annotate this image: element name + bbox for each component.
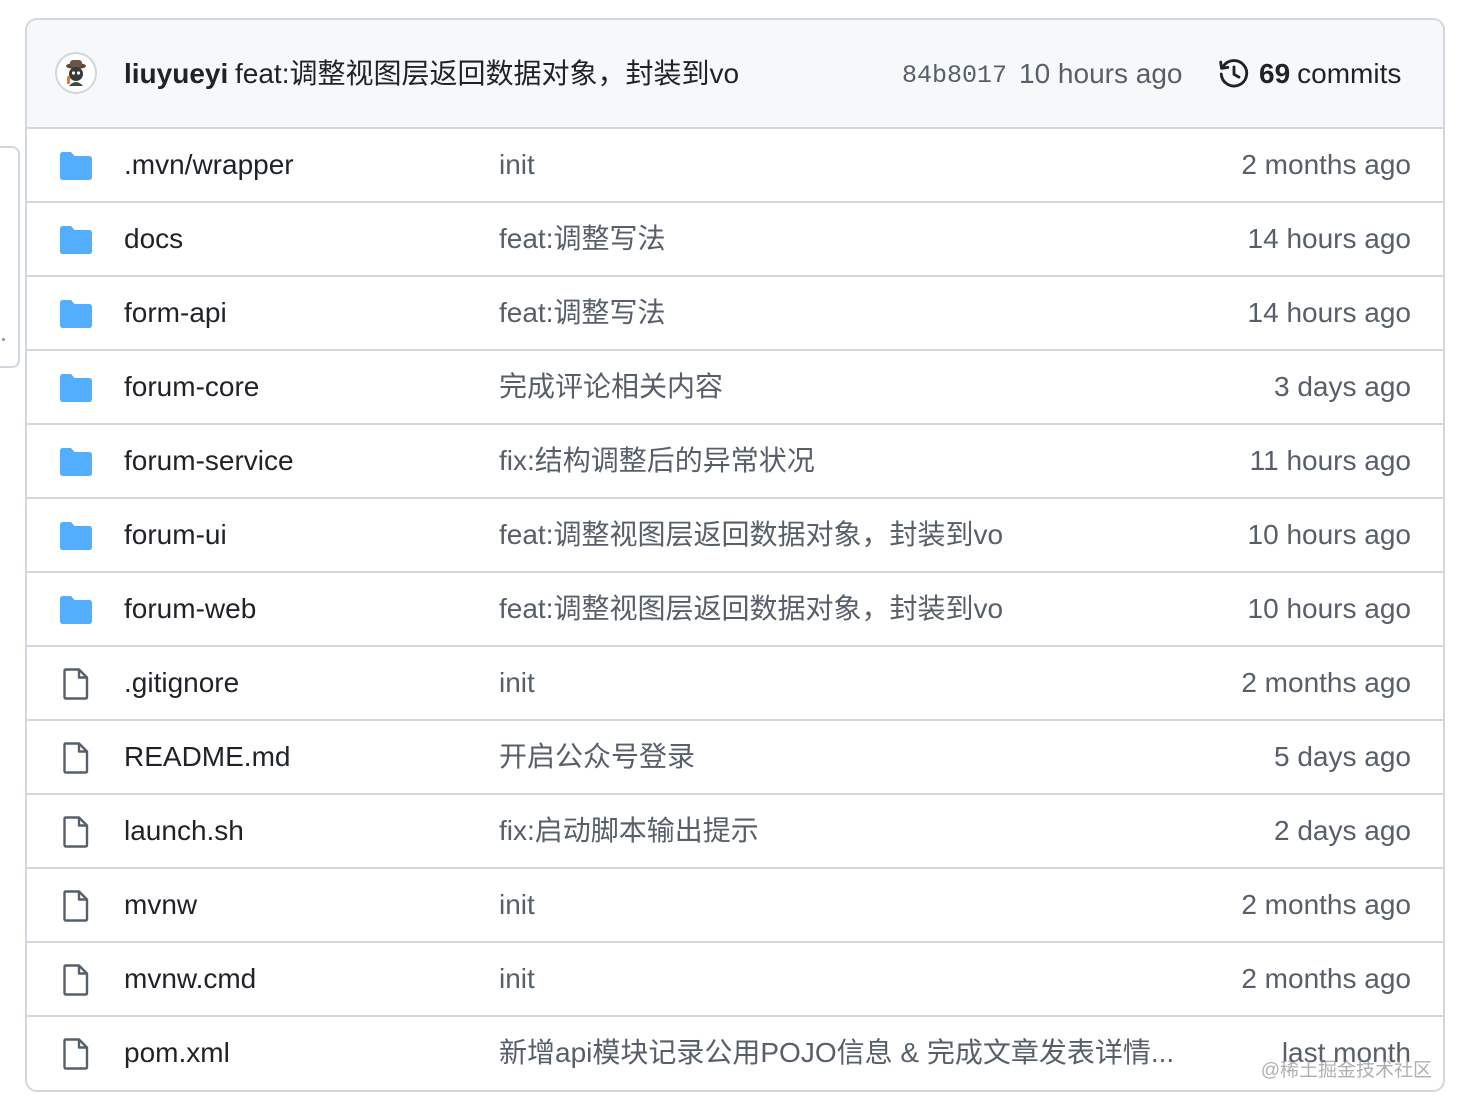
file-row: .gitignore init 2 months ago: [27, 647, 1443, 721]
file-commit-message-link[interactable]: 完成评论相关内容: [499, 369, 723, 405]
file-commit-time: 10 hours ago: [1247, 519, 1411, 550]
file-commit-message-link[interactable]: 开启公众号登录: [499, 739, 695, 775]
history-icon: [1219, 59, 1249, 88]
file-commit-message-link[interactable]: feat:调整写法: [499, 221, 665, 257]
file-name-link[interactable]: .gitignore: [124, 665, 239, 701]
file-row: forum-core 完成评论相关内容 3 days ago: [27, 351, 1443, 425]
folder-name-link[interactable]: forum-service: [124, 443, 294, 479]
file-row: form-api feat:调整写法 14 hours ago: [27, 277, 1443, 351]
file-name-link[interactable]: mvnw: [124, 887, 197, 923]
file-commit-time: 2 months ago: [1241, 667, 1411, 698]
file-row: pom.xml 新增api模块记录公用POJO信息 & 完成文章发表详情... la…: [27, 1017, 1443, 1089]
folder-name-link[interactable]: form-api: [124, 295, 227, 331]
folder-icon: [59, 149, 93, 183]
file-icon: [59, 889, 93, 923]
file-row: forum-service fix:结构调整后的异常状况 11 hours ago: [27, 425, 1443, 499]
file-icon: [59, 667, 93, 701]
commit-message-link[interactable]: feat:调整视图层返回数据对象，封装到vo: [235, 56, 739, 92]
commit-author-link[interactable]: liuyueyi: [124, 56, 228, 92]
folder-icon: [59, 445, 93, 479]
file-commit-time: 11 hours ago: [1249, 445, 1411, 476]
folder-icon: [59, 223, 93, 257]
file-icon: [59, 1037, 93, 1071]
file-row: docs feat:调整写法 14 hours ago: [27, 203, 1443, 277]
file-row: forum-ui feat:调整视图层返回数据对象，封装到vo 10 hours a…: [27, 499, 1443, 573]
file-row: .mvn/wrapper init 2 months ago: [27, 129, 1443, 203]
file-row: mvnw init 2 months ago: [27, 869, 1443, 943]
avatar-icon[interactable]: [55, 52, 97, 94]
file-name-link[interactable]: pom.xml: [124, 1035, 230, 1071]
file-list: .mvn/wrapper init 2 months ago docs feat:调整写…: [27, 129, 1443, 1089]
file-name-link[interactable]: launch.sh: [124, 813, 244, 849]
file-commit-time: 14 hours ago: [1247, 297, 1411, 328]
file-commit-time: 3 days ago: [1274, 371, 1411, 402]
file-commit-time: 2 months ago: [1241, 889, 1411, 920]
file-commit-message-link[interactable]: init: [499, 961, 535, 997]
folder-icon: [59, 371, 93, 405]
repo-file-browser: liuyueyi feat:调整视图层返回数据对象，封装到vo 84b8017 …: [25, 18, 1445, 1092]
file-commit-message-link[interactable]: feat:调整视图层返回数据对象，封装到vo: [499, 591, 1003, 627]
commits-history-link[interactable]: 69 commits: [1217, 56, 1401, 92]
commit-sha-link[interactable]: 84b8017: [902, 58, 1007, 94]
side-panel-handle: [2, 338, 5, 341]
file-row: launch.sh fix:启动脚本输出提示 2 days ago: [27, 795, 1443, 869]
file-commit-time: 14 hours ago: [1247, 223, 1411, 254]
file-commit-message-link[interactable]: init: [499, 147, 535, 183]
file-commit-time: 2 months ago: [1241, 149, 1411, 180]
commits-label: commits: [1297, 58, 1402, 89]
commits-count: 69: [1259, 58, 1291, 89]
file-commit-time: 5 days ago: [1274, 741, 1411, 772]
file-commit-time: 2 days ago: [1274, 815, 1411, 846]
file-icon: [59, 741, 93, 775]
file-commit-time: 10 hours ago: [1247, 593, 1411, 624]
watermark: @稀土掘金技术社区: [1260, 1060, 1432, 1081]
file-commit-message-link[interactable]: fix:结构调整后的异常状况: [499, 443, 815, 479]
file-name-link[interactable]: README.md: [124, 739, 290, 775]
folder-icon: [59, 297, 93, 331]
file-icon: [59, 963, 93, 997]
file-row: README.md 开启公众号登录 5 days ago: [27, 721, 1443, 795]
file-commit-message-link[interactable]: init: [499, 887, 535, 923]
file-commit-message-link[interactable]: fix:启动脚本输出提示: [499, 813, 759, 849]
folder-name-link[interactable]: forum-core: [124, 369, 259, 405]
file-commit-message-link[interactable]: feat:调整视图层返回数据对象，封装到vo: [499, 517, 1003, 553]
file-row: mvnw.cmd init 2 months ago: [27, 943, 1443, 1017]
commit-time: 10 hours ago: [1019, 58, 1183, 89]
side-panel-tab[interactable]: [0, 146, 20, 368]
folder-name-link[interactable]: forum-ui: [124, 517, 227, 553]
file-commit-time: 2 months ago: [1241, 963, 1411, 994]
file-commit-message-link[interactable]: 新增api模块记录公用POJO信息 & 完成文章发表详情...: [499, 1035, 1174, 1071]
file-commit-message-link[interactable]: feat:调整写法: [499, 295, 665, 331]
folder-name-link[interactable]: docs: [124, 221, 183, 257]
folder-name-link[interactable]: .mvn/wrapper: [124, 147, 294, 183]
file-name-link[interactable]: mvnw.cmd: [124, 961, 256, 997]
folder-icon: [59, 593, 93, 627]
file-commit-message-link[interactable]: init: [499, 665, 535, 701]
file-icon: [59, 815, 93, 849]
file-row: forum-web feat:调整视图层返回数据对象，封装到vo 10 hours …: [27, 573, 1443, 647]
latest-commit-bar: liuyueyi feat:调整视图层返回数据对象，封装到vo 84b8017 …: [27, 20, 1443, 129]
folder-icon: [59, 519, 93, 553]
folder-name-link[interactable]: forum-web: [124, 591, 256, 627]
